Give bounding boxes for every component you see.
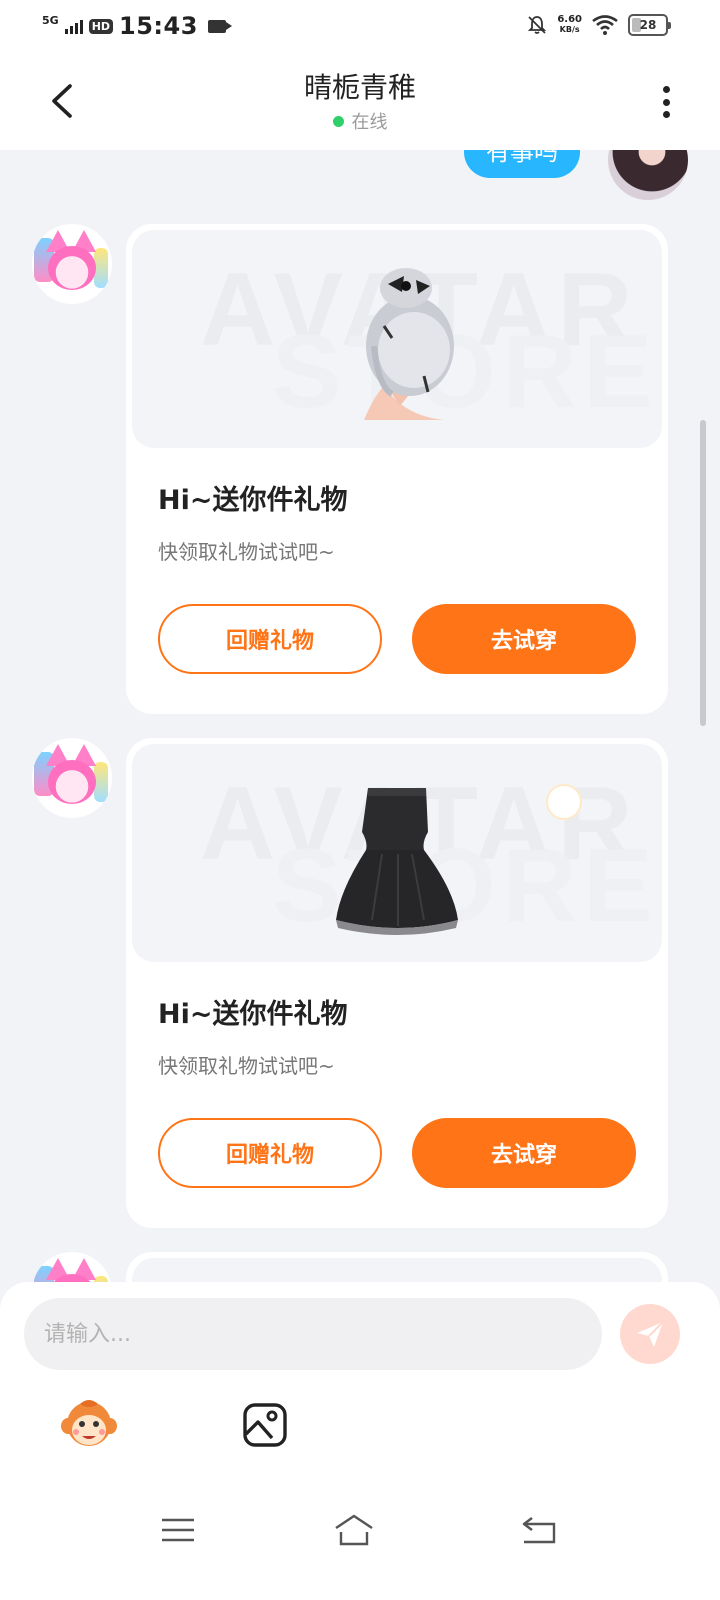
gift-image[interactable]: AVATAR STORE [132, 230, 662, 448]
menu-icon[interactable] [158, 1510, 198, 1550]
monkey-emoji-icon[interactable] [60, 1396, 118, 1452]
status-left: 5G HD 15:43 [42, 12, 232, 40]
watermark-bottom: STORE [272, 314, 659, 430]
battery-level: 28 [639, 18, 657, 32]
hd-badge: HD [88, 18, 114, 34]
try-on-button[interactable]: 去试穿 [412, 604, 636, 674]
more-icon [662, 86, 670, 93]
self-message-bubble: 有事吗 [464, 150, 580, 178]
gift-card: AVATAR STORE Hi~送你件礼物 快领取礼物试试吧~ 回赠礼物 去试穿 [126, 738, 668, 1228]
status-time: 15:43 [119, 12, 198, 40]
gift-subtitle: 快领取礼物试试吧~ [158, 540, 335, 564]
scrollbar[interactable] [700, 420, 706, 726]
home-icon[interactable] [332, 1510, 376, 1550]
send-button[interactable] [620, 1304, 680, 1364]
return-icon[interactable] [520, 1510, 560, 1550]
gift-title: Hi~送你件礼物 [158, 999, 348, 1030]
chat-header: 晴栀青稚 在线 [0, 56, 720, 150]
message-input[interactable] [24, 1298, 602, 1370]
image-icon[interactable] [242, 1402, 288, 1448]
send-icon [637, 1321, 664, 1347]
gift-card: AVATAR STORE Hi~送你件礼物 快领取礼物试试吧~ 回赠礼物 去试穿 [126, 224, 668, 714]
black-dress-item-icon [336, 788, 458, 935]
contact-name: 晴栀青稚 [303, 71, 416, 104]
network-type: 5G [42, 13, 59, 27]
peer-avatar[interactable] [32, 224, 112, 304]
battery-icon: 28 [628, 14, 671, 36]
speed-unit: KB/s [559, 25, 580, 34]
return-gift-button[interactable]: 回赠礼物 [158, 1118, 382, 1188]
more-button[interactable] [656, 82, 676, 122]
online-dot-icon [332, 115, 344, 127]
gift-subtitle: 快领取礼物试试吧~ [158, 1054, 335, 1078]
watermark-bottom: STORE [272, 828, 659, 944]
wifi-icon [592, 15, 618, 35]
system-navigation-bar [0, 1490, 720, 1600]
status-right: 6.60 KB/s 28 [527, 14, 671, 36]
gift-image[interactable]: AVATAR STORE [132, 744, 662, 962]
speed-value: 6.60 [557, 14, 582, 25]
selection-circle[interactable] [546, 784, 582, 820]
peer-avatar[interactable] [32, 738, 112, 818]
status-bar: 5G HD 15:43 6.60 KB/s 28 [0, 0, 720, 56]
network-speed: 6.60 KB/s [557, 15, 582, 35]
gift-title: Hi~送你件礼物 [158, 485, 348, 516]
hairstyle-item-icon [364, 268, 454, 420]
return-gift-button[interactable]: 回赠礼物 [158, 604, 382, 674]
chat-list[interactable]: 有事吗 AVATAR STORE Hi~送你件礼物 快领取礼物试试吧~ [0, 150, 720, 1310]
try-on-button[interactable]: 去试穿 [412, 1118, 636, 1188]
video-camera-icon [207, 19, 232, 33]
title-block: 晴栀青稚 在线 [0, 70, 720, 134]
self-avatar[interactable] [608, 150, 688, 200]
notification-off-icon [528, 16, 547, 34]
online-status: 在线 [0, 108, 720, 134]
online-status-text: 在线 [351, 112, 388, 133]
signal-icon [64, 18, 83, 34]
